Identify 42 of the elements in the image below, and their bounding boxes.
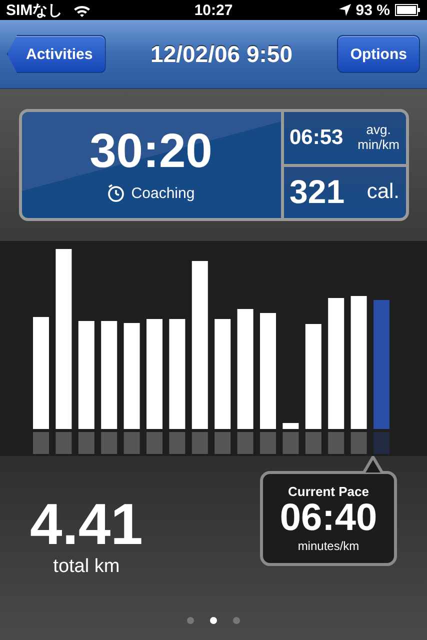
current-pace-label: Current Pace [288,484,369,500]
calories-unit: cal. [366,180,400,204]
page-dot[interactable] [187,617,194,624]
distance-unit: total km [53,556,120,578]
bar-reflection [373,432,389,454]
bar-reflection [214,432,230,454]
options-button[interactable]: Options [337,35,420,73]
duration: 30:20 [90,128,212,176]
page-dot[interactable] [210,617,217,624]
current-pace-unit: minutes/km [298,538,360,553]
location-arrow-icon [338,4,351,16]
avg-unit: min/km [358,138,400,152]
bar-reflection [100,432,117,454]
back-button[interactable]: Activities [7,35,106,73]
coaching-label: Coaching [131,184,195,202]
distance-value: 4.41 [30,496,143,554]
bar-reflection [304,432,321,454]
page-dot[interactable] [233,617,240,624]
carrier: SIMなし [6,0,63,20]
bar-reflection [55,432,72,454]
stopwatch-icon [107,184,126,202]
calories: 321 [290,173,345,212]
avg-pace: 06:53 [290,126,344,150]
bar-reflection [78,432,94,454]
bar-reflection [32,432,48,454]
bar-reflection [350,432,366,454]
bar-reflection [260,432,276,454]
avg-label: avg. [366,123,391,138]
bar-reflection [282,432,298,454]
bar-reflection [191,432,208,454]
bar-reflection [328,432,344,454]
wifi-icon [72,4,91,16]
bar-reflection [146,432,162,454]
current-pace-value: 06:40 [280,499,378,539]
clock: 10:27 [194,2,233,18]
pace-bar [282,423,298,429]
bar-reflection [123,432,140,454]
bar-reflection [236,432,253,454]
bar-reflection [168,432,185,454]
battery-percent: 93 % [356,2,390,18]
nav-title: 12/02/06 9:50 [150,40,292,68]
battery-icon [395,4,421,16]
